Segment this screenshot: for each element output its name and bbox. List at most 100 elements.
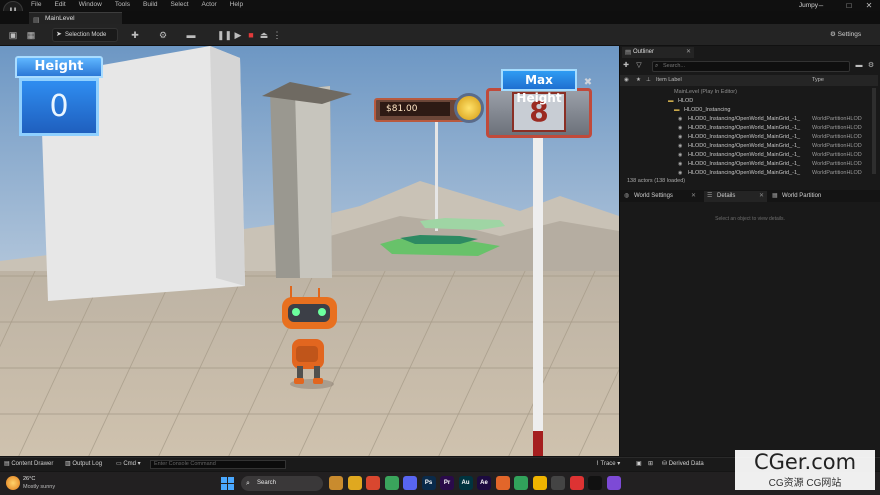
- outliner-row[interactable]: ◉ HLOD0_Instancing/OpenWorld_MainGrid_-1…: [620, 133, 870, 141]
- close-icon[interactable]: ✕: [858, 0, 880, 11]
- menu-build[interactable]: Build: [143, 1, 157, 8]
- pin-icon[interactable]: ⊥: [646, 75, 651, 86]
- taskbar-app-icon[interactable]: [329, 476, 343, 490]
- outliner-scrollbar[interactable]: [872, 88, 876, 174]
- skip-frame-icon[interactable]: ▶: [231, 28, 245, 42]
- cursor-icon: ➤: [56, 31, 62, 38]
- taskbar-app-icon[interactable]: [384, 476, 399, 490]
- outliner-row[interactable]: ◉ HLOD0_Instancing/OpenWorld_MainGrid_-1…: [620, 124, 870, 132]
- pause-icon[interactable]: ❚❚: [217, 28, 232, 42]
- taskbar-app-icon[interactable]: Ps: [421, 476, 436, 490]
- outliner-row[interactable]: MainLevel (Play In Editor): [620, 88, 870, 96]
- settings-icon[interactable]: ⚙: [866, 60, 876, 71]
- close-tab-icon[interactable]: ✕: [759, 191, 764, 202]
- folder-icon[interactable]: ▬: [854, 60, 864, 71]
- taskbar-app-icon[interactable]: [495, 476, 510, 490]
- taskbar-app-icon[interactable]: Pr: [440, 476, 454, 490]
- eject-icon[interactable]: ⏏: [257, 28, 271, 42]
- taskbar-app-icon[interactable]: [532, 476, 547, 490]
- grid-icon: ▦: [772, 193, 778, 199]
- trace-dropdown[interactable]: ⌇ Trace ▾: [596, 460, 620, 469]
- selection-mode-dropdown[interactable]: ➤ Selection Mode: [52, 28, 118, 42]
- taskbar-app-icon[interactable]: [514, 476, 528, 490]
- outliner-row[interactable]: ◉ HLOD0_Instancing/OpenWorld_MainGrid_-1…: [620, 142, 870, 150]
- menu-select[interactable]: Select: [170, 1, 188, 8]
- taskbar-app-icon[interactable]: Au: [458, 476, 473, 490]
- stop-icon[interactable]: ■: [244, 28, 258, 42]
- taskbar-app-icon[interactable]: [588, 476, 602, 490]
- console-command-input[interactable]: Enter Console Command: [150, 460, 286, 469]
- maximize-icon[interactable]: □: [838, 0, 860, 11]
- menu-file[interactable]: File: [31, 1, 41, 8]
- actor-count: 138 actors (138 loaded): [627, 178, 686, 184]
- outliner-row-type: WorldPartitionHLOD: [812, 170, 862, 176]
- content-drawer-button[interactable]: ▤ Content Drawer: [4, 460, 53, 469]
- star-icon[interactable]: ★: [636, 75, 641, 86]
- search-icon: ⌕: [246, 480, 250, 487]
- visibility-icon[interactable]: ◉: [678, 151, 682, 159]
- blueprint-icon[interactable]: ⚙: [156, 28, 170, 42]
- tab-main-level[interactable]: ▤ MainLevel: [29, 12, 122, 24]
- source-control-icon[interactable]: ⊞: [648, 460, 653, 469]
- settings-button[interactable]: ⚙ Settings: [830, 28, 876, 42]
- tab-world-settings[interactable]: ◍ World Settings ✕: [621, 191, 699, 202]
- outliner-row-type: WorldPartitionHLOD: [812, 161, 862, 167]
- output-log-button[interactable]: ▥ Output Log: [65, 460, 102, 469]
- tab-outliner[interactable]: ▤ Outliner ✕: [622, 47, 694, 58]
- visibility-icon[interactable]: ◉: [678, 169, 682, 177]
- taskbar-app-icon[interactable]: [366, 476, 380, 490]
- taskbar-app-icon[interactable]: [569, 476, 584, 490]
- outliner-row[interactable]: ◉ HLOD0_Instancing/OpenWorld_MainGrid_-1…: [620, 115, 870, 123]
- save-icon[interactable]: ▣: [6, 28, 20, 42]
- main-menu: File Edit Window Tools Build Select Acto…: [31, 1, 256, 8]
- menu-tools[interactable]: Tools: [115, 1, 130, 8]
- details-tab-label: Details: [717, 193, 736, 199]
- tab-details[interactable]: ☰ Details ✕: [704, 191, 767, 202]
- visibility-icon[interactable]: ◉: [678, 115, 682, 123]
- menu-actor[interactable]: Actor: [202, 1, 217, 8]
- derived-data-icon: ⛁: [662, 461, 669, 467]
- outliner-row-label: HLOD0_Instancing/OpenWorld_MainGrid_-1_: [688, 125, 801, 131]
- outliner-row[interactable]: ◉ HLOD0_Instancing/OpenWorld_MainGrid_-1…: [620, 151, 870, 159]
- weather-icon[interactable]: [6, 476, 20, 490]
- minimize-icon[interactable]: –: [810, 0, 832, 11]
- taskbar-app-icon[interactable]: [347, 476, 362, 490]
- watermark-subtitle: CG资源 CG网站: [768, 478, 842, 489]
- taskbar-app-icon[interactable]: Ae: [477, 476, 491, 490]
- visibility-icon[interactable]: ◉: [678, 160, 682, 168]
- content-drawer-label: Content Drawer: [11, 461, 54, 467]
- windows-start-icon[interactable]: [221, 477, 234, 490]
- item-label-header[interactable]: Item Label: [656, 75, 682, 86]
- tab-world-partition[interactable]: ▦ World Partition: [769, 191, 841, 202]
- menu-edit[interactable]: Edit: [54, 1, 65, 8]
- derived-data-button[interactable]: ⛁ Derived Data: [662, 460, 704, 469]
- taskbar-app-icon[interactable]: [551, 476, 565, 490]
- taskbar-app-icon[interactable]: [606, 476, 621, 490]
- menu-window[interactable]: Window: [79, 1, 102, 8]
- filter-icon[interactable]: ▽: [634, 60, 644, 71]
- type-header[interactable]: Type: [812, 75, 824, 86]
- menu-help[interactable]: Help: [230, 1, 243, 8]
- taskbar-search[interactable]: ⌕ Search: [241, 476, 323, 491]
- close-tab-icon[interactable]: ✕: [691, 191, 696, 202]
- layout-icon[interactable]: ▣: [636, 460, 642, 469]
- content-browser-icon[interactable]: ▦: [24, 28, 38, 42]
- taskbar-app-icon[interactable]: [403, 476, 417, 490]
- visibility-icon[interactable]: ◉: [678, 133, 682, 141]
- add-icon[interactable]: ✚: [621, 60, 631, 71]
- cmd-dropdown[interactable]: ▭ Cmd ▾: [116, 460, 141, 469]
- visibility-icon[interactable]: ◉: [624, 75, 629, 86]
- outliner-row[interactable]: ◉ HLOD0_Instancing/OpenWorld_MainGrid_-1…: [620, 169, 870, 177]
- cinematics-icon[interactable]: ▬: [184, 28, 198, 42]
- outliner-row[interactable]: ▬ HLOD: [620, 97, 870, 105]
- outliner-row[interactable]: ▬ HLOD0_Instancing: [620, 106, 870, 114]
- visibility-icon[interactable]: ◉: [678, 142, 682, 150]
- outliner-row[interactable]: ◉ HLOD0_Instancing/OpenWorld_MainGrid_-1…: [620, 160, 870, 168]
- more-options-icon[interactable]: ⋮: [270, 28, 284, 42]
- add-actor-icon[interactable]: ✚: [128, 28, 142, 42]
- close-tab-icon[interactable]: ✕: [686, 47, 691, 58]
- visibility-icon[interactable]: ◉: [678, 124, 682, 132]
- weather-status: Mostly sunny: [23, 484, 56, 490]
- outliner-search-input[interactable]: ⌕ Search...: [652, 61, 850, 72]
- taskbar-search-label: Search: [257, 480, 277, 486]
